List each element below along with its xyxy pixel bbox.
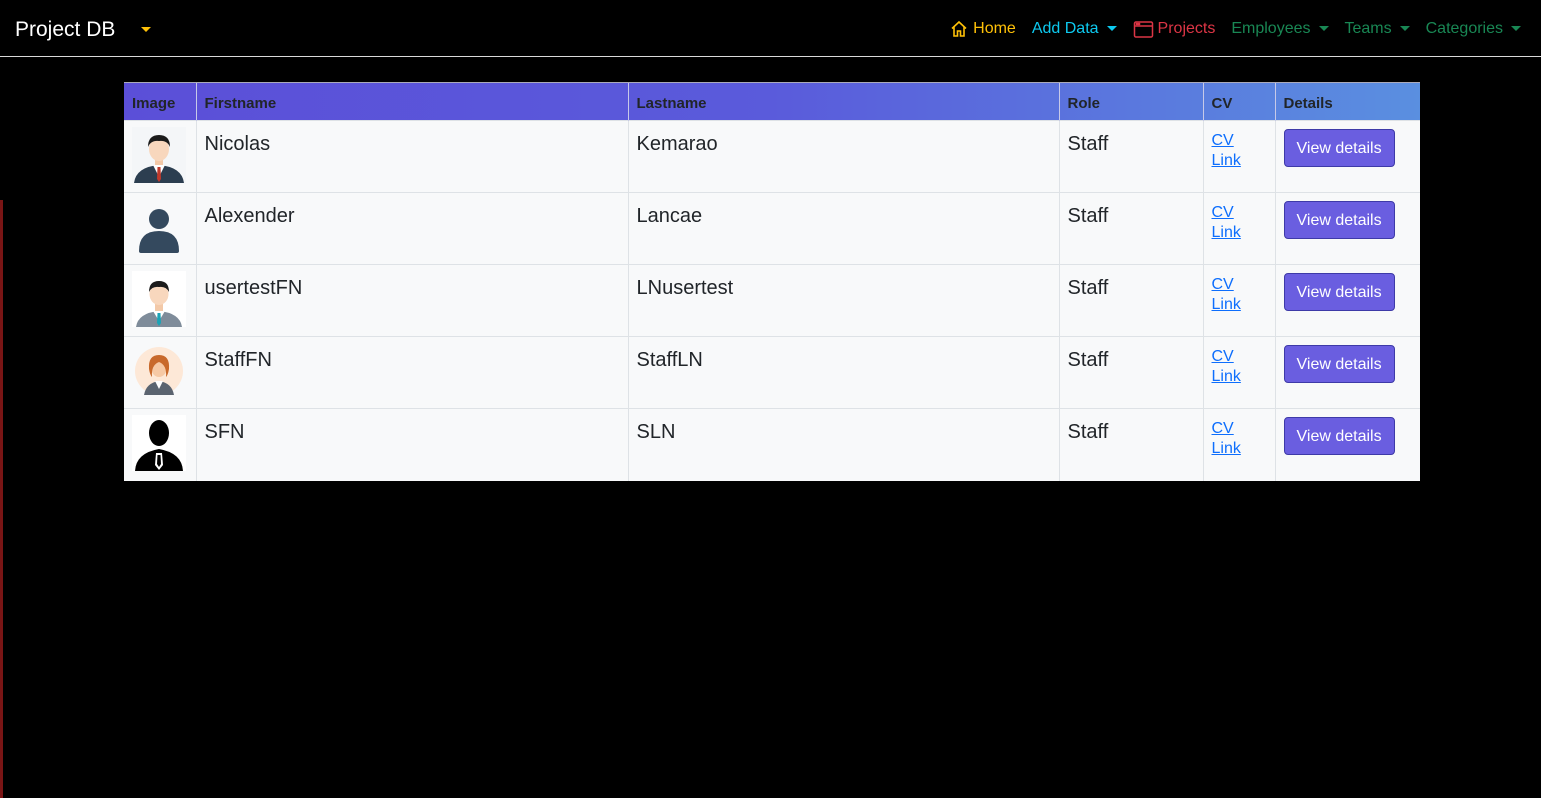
firstname-text: Nicolas [204,133,271,155]
table-row: usertestFN LNusertest Staff CV Link View… [124,264,1420,337]
firstname-text: StaffFN [204,349,272,371]
firstname-cell: usertestFN [195,264,628,337]
column-header-details: Details [1274,82,1420,121]
details-cell: View details [1274,408,1420,481]
role-cell: Staff [1058,408,1203,481]
role-cell: Staff [1058,192,1203,265]
role-text: Staff [1067,133,1109,155]
chevron-down-icon [1399,25,1410,31]
table-row: SFN SLN Staff CV Link View details [124,408,1420,481]
employees-table-container: Image Firstname Lastname Role CV Details [124,82,1420,481]
column-header-image: Image [124,82,196,121]
navbar: Project DB Home Add Data Projects Employ… [0,0,1541,57]
chevron-down-icon [1318,25,1329,31]
brand-title[interactable]: Project DB [15,17,115,43]
firstname-text: SFN [204,421,245,443]
lastname-text: SLN [636,421,676,443]
cv-cell: CV Link [1202,336,1275,409]
nav-item-label: Employees [1231,20,1311,37]
column-header-firstname: Firstname [195,82,628,121]
nav-item-categories[interactable]: Categories [1426,18,1521,40]
silhouette-tie-avatar [132,415,186,471]
image-cell [124,408,196,481]
firstname-cell: Nicolas [195,120,628,193]
lastname-cell: SLN [627,408,1059,481]
image-cell [124,120,196,193]
firstname-cell: StaffFN [195,336,628,409]
details-cell: View details [1274,264,1420,337]
nav-item-label: Add Data [1031,20,1099,37]
cv-link[interactable]: CV Link [1212,203,1267,243]
nav-menu: Home Add Data Projects Employees Teams C… [933,18,1521,40]
role-cell: Staff [1058,120,1203,193]
window-icon [1133,19,1154,39]
image-cell [124,192,196,265]
man-blue-tie-avatar [132,271,186,327]
generic-person-avatar [132,199,186,255]
view-details-button[interactable]: View details [1283,273,1395,311]
cv-cell: CV Link [1202,264,1275,337]
chevron-down-icon [1106,25,1117,31]
woman-avatar [132,343,186,399]
cv-cell: CV Link [1202,192,1275,265]
view-details-button[interactable]: View details [1283,201,1395,239]
lastname-text: StaffLN [636,349,703,371]
column-header-cv: CV [1202,82,1275,121]
role-text: Staff [1067,205,1109,227]
cv-link[interactable]: CV Link [1212,419,1267,459]
employees-table: Image Firstname Lastname Role CV Details [124,82,1420,481]
role-text: Staff [1067,277,1109,299]
details-cell: View details [1274,336,1420,409]
role-cell: Staff [1058,336,1203,409]
chevron-down-icon [1511,25,1521,31]
nav-item-teams[interactable]: Teams [1345,18,1410,40]
firstname-cell: SFN [195,408,628,481]
lastname-cell: Lancae [627,192,1059,265]
table-header-row: Image Firstname Lastname Role CV Details [124,82,1420,121]
column-header-lastname: Lastname [627,82,1059,121]
nav-item-label: Teams [1344,20,1392,37]
man-red-tie-avatar [132,127,186,183]
table-row: StaffFN StaffLN Staff CV Link View detai… [124,336,1420,409]
nav-item-label: Categories [1425,20,1503,37]
role-text: Staff [1067,421,1109,443]
details-cell: View details [1274,120,1420,193]
image-cell [124,336,196,409]
role-cell: Staff [1058,264,1203,337]
view-details-button[interactable]: View details [1283,129,1395,167]
nav-item-employees[interactable]: Employees [1231,18,1329,40]
lastname-text: Lancae [636,205,703,227]
view-details-button[interactable]: View details [1283,345,1395,383]
nav-item-projects[interactable]: Projects [1133,18,1216,40]
window-edge [0,200,3,798]
firstname-cell: Alexender [195,192,628,265]
table-row: Nicolas Kemarao Staff CV Link View detai… [124,120,1420,193]
table-row: Alexender Lancae Staff CV Link View deta… [124,192,1420,265]
nav-item-label: Home [973,20,1016,37]
brand-dropdown-caret-icon[interactable] [141,27,151,32]
lastname-cell: LNusertest [627,264,1059,337]
role-text: Staff [1067,349,1109,371]
details-cell: View details [1274,192,1420,265]
cv-cell: CV Link [1202,120,1275,193]
nav-item-add-data[interactable]: Add Data [1032,18,1117,40]
cv-link[interactable]: CV Link [1212,347,1267,387]
lastname-text: Kemarao [636,133,718,155]
view-details-button[interactable]: View details [1283,417,1395,455]
firstname-text: Alexender [204,205,295,227]
lastname-cell: Kemarao [627,120,1059,193]
cv-link[interactable]: CV Link [1212,275,1267,315]
home-icon [949,19,969,39]
page: Project DB Home Add Data Projects Employ… [0,0,1541,798]
nav-item-home[interactable]: Home [949,18,1016,40]
firstname-text: usertestFN [204,277,303,299]
lastname-cell: StaffLN [627,336,1059,409]
column-header-role: Role [1058,82,1203,121]
cv-cell: CV Link [1202,408,1275,481]
nav-item-label: Projects [1157,20,1216,37]
image-cell [124,264,196,337]
cv-link[interactable]: CV Link [1212,131,1267,171]
lastname-text: LNusertest [636,277,734,299]
